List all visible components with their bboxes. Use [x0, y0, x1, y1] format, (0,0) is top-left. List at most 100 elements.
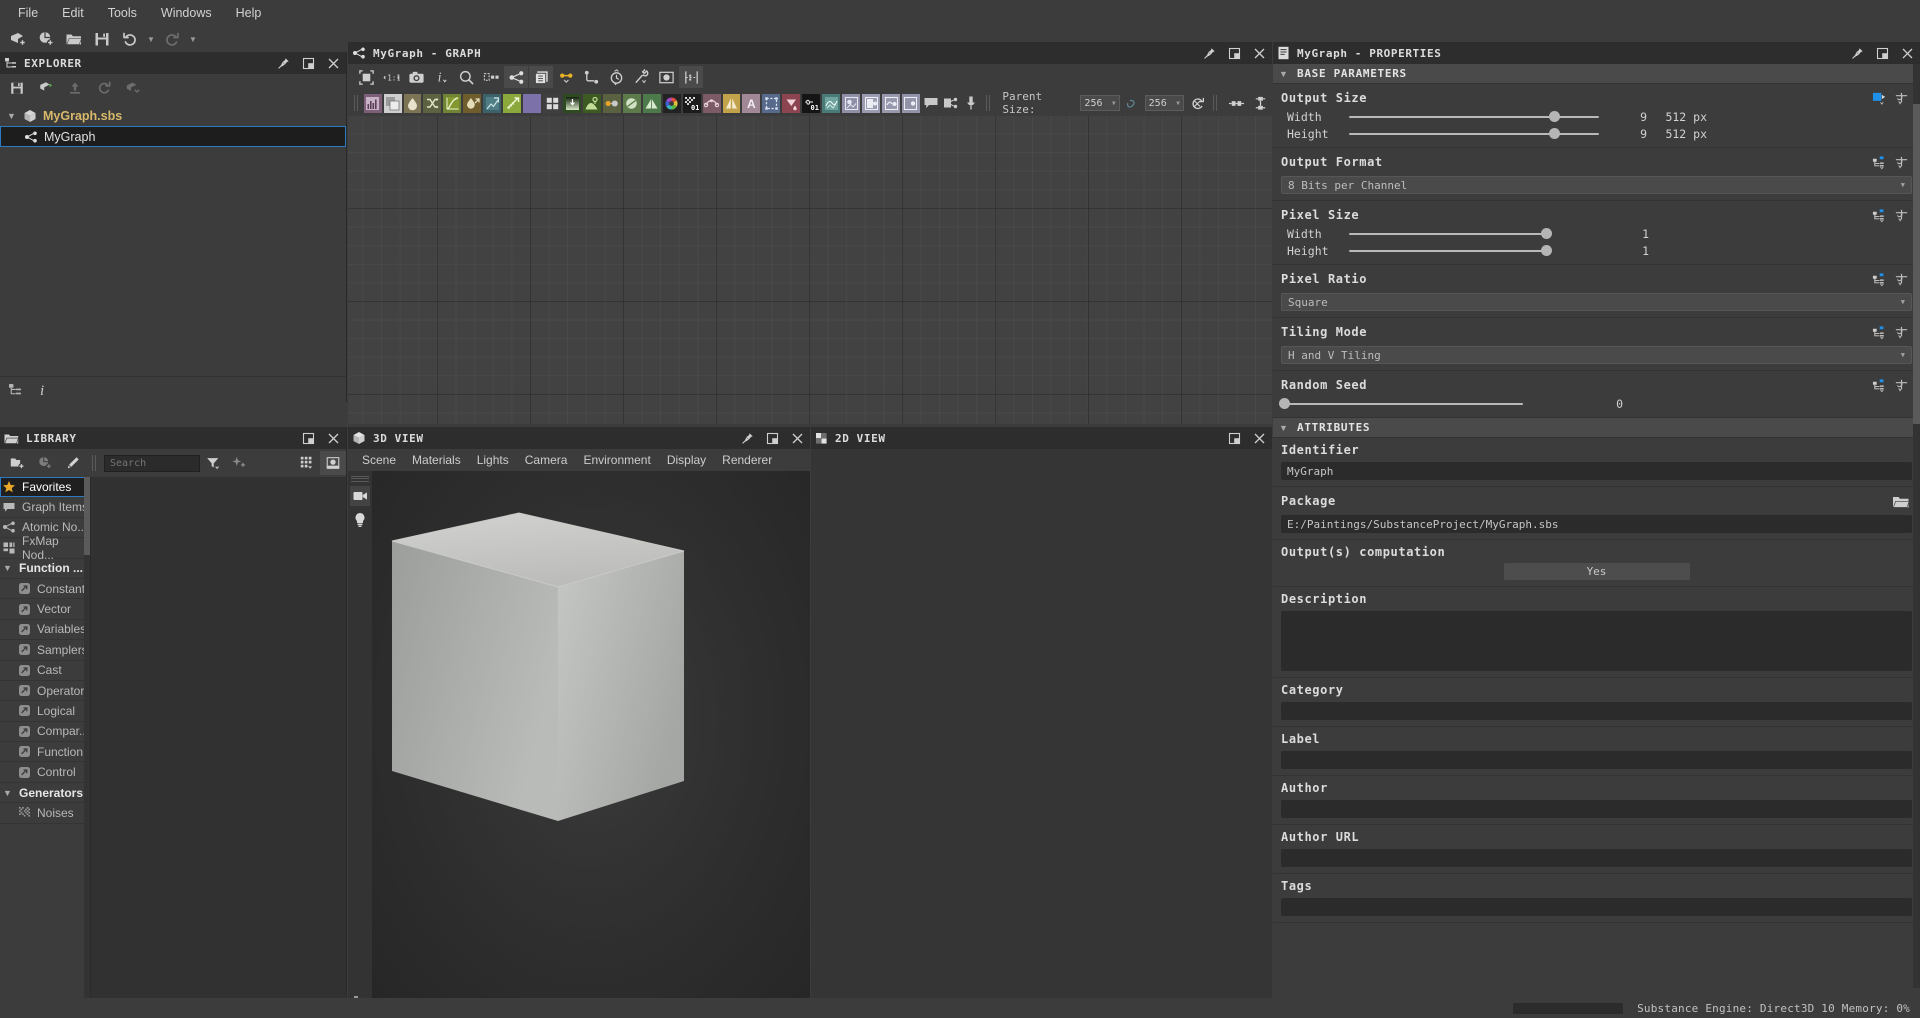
new-item-icon[interactable] [32, 451, 58, 475]
link-node-icon[interactable] [579, 66, 603, 88]
pin-node[interactable] [962, 94, 980, 113]
output-size-height-slider[interactable] [1349, 127, 1599, 141]
frame-node[interactable] [942, 94, 960, 113]
circle-node[interactable] [523, 93, 542, 113]
favorite-filter-icon[interactable] [226, 451, 252, 475]
maximize-icon[interactable] [1225, 44, 1243, 62]
undo-dropdown-icon[interactable]: ▼ [145, 35, 157, 44]
tiling-mode-combo[interactable]: H and V Tiling ▼ [1281, 346, 1912, 364]
pin-icon[interactable] [1848, 44, 1866, 62]
menu-item-file[interactable]: File [6, 3, 50, 23]
menu-item-edit[interactable]: Edit [50, 3, 96, 23]
light-icon[interactable] [350, 510, 370, 530]
edit-icon[interactable] [60, 451, 86, 475]
input-node[interactable] [862, 93, 881, 113]
connection-icon[interactable] [554, 66, 578, 88]
library-item-comparison[interactable]: Compar... [0, 722, 90, 743]
undo-icon[interactable] [117, 27, 143, 51]
save-icon[interactable] [89, 27, 115, 51]
layers-icon[interactable] [529, 66, 553, 88]
value-node[interactable]: 01 [802, 93, 821, 113]
library-item-variables[interactable]: Variables [0, 620, 90, 641]
new-substance-icon[interactable] [5, 27, 31, 51]
spline-node[interactable] [702, 93, 721, 113]
library-search-box[interactable] [104, 454, 200, 472]
close-icon[interactable] [1250, 44, 1268, 62]
transform-node[interactable] [483, 93, 502, 113]
close-icon[interactable] [1250, 429, 1268, 447]
properties-scrollbar[interactable] [1913, 64, 1920, 988]
toolbar-grip[interactable] [92, 454, 98, 472]
blend-node[interactable] [383, 93, 402, 113]
info-tab-icon[interactable]: i [36, 382, 50, 398]
curve-node[interactable] [443, 93, 462, 113]
camera-icon[interactable] [350, 486, 370, 506]
output-format-combo[interactable]: 8 Bits per Channel ▼ [1281, 176, 1912, 194]
pin-icon[interactable] [1200, 44, 1218, 62]
library-group-generators[interactable]: ▼ Generators [0, 783, 90, 804]
view3d-menu-display[interactable]: Display [659, 451, 714, 469]
chevron-down-icon[interactable]: ▼ [1278, 69, 1289, 79]
library-item-vector[interactable]: Vector [0, 599, 90, 620]
view3d-menu-materials[interactable]: Materials [404, 451, 469, 469]
view3d-menu-renderer[interactable]: Renderer [714, 451, 780, 469]
explorer-upload-icon[interactable] [62, 76, 88, 100]
pixel-size-width-slider[interactable] [1349, 227, 1552, 241]
library-tree-scrollbar[interactable] [84, 477, 90, 1018]
inherit-mode-icon[interactable] [1868, 270, 1890, 288]
inherit-mode-icon[interactable] [1868, 206, 1890, 224]
mirror-node[interactable] [722, 93, 741, 113]
svg-node[interactable] [822, 93, 841, 113]
folder-icon[interactable] [1890, 492, 1912, 510]
param-node[interactable] [901, 93, 920, 113]
tweak-icon[interactable] [629, 66, 653, 88]
grid-view-icon[interactable] [294, 451, 320, 475]
scrollbar-thumb[interactable] [84, 477, 90, 555]
selection-node[interactable] [762, 93, 781, 113]
close-icon[interactable] [324, 54, 342, 72]
tree-row[interactable]: MyGraph [0, 126, 346, 147]
inherit-mode-icon[interactable] [1868, 153, 1890, 171]
tree-row[interactable]: ▼ MyGraph.sbs [0, 105, 346, 126]
view3d-menu-environment[interactable]: Environment [575, 451, 658, 469]
library-item-noises[interactable]: Noises [0, 803, 90, 824]
expose-parameter-icon[interactable] [1890, 323, 1912, 341]
node-graph-icon[interactable] [504, 66, 528, 88]
light-node[interactable] [582, 93, 601, 113]
search-icon[interactable] [454, 66, 478, 88]
identifier-input[interactable]: MyGraph [1281, 462, 1912, 480]
maximize-icon[interactable] [1225, 429, 1243, 447]
gradient-node[interactable] [503, 93, 522, 113]
close-icon[interactable] [324, 429, 342, 447]
explorer-tab-icon[interactable] [8, 383, 22, 397]
inherit-mode-icon[interactable] [1868, 323, 1890, 341]
pyramid-node[interactable] [642, 93, 661, 113]
scrollbar-thumb[interactable] [1913, 104, 1920, 424]
redo-dropdown-icon[interactable]: ▼ [187, 35, 199, 44]
close-icon[interactable] [788, 429, 806, 447]
reset-zoom-icon[interactable]: 1:1 [379, 66, 403, 88]
redo-icon[interactable] [159, 27, 185, 51]
pin-icon[interactable] [274, 54, 292, 72]
fill-node[interactable] [782, 93, 801, 113]
tags-input[interactable] [1281, 898, 1912, 916]
pixel-ratio-combo[interactable]: Square ▼ [1281, 293, 1912, 311]
view3d-menu-scene[interactable]: Scene [354, 451, 404, 469]
category-input[interactable] [1281, 702, 1912, 720]
pixel-size-height-slider[interactable] [1349, 244, 1552, 258]
pin-icon[interactable] [738, 429, 756, 447]
author-url-input[interactable] [1281, 849, 1912, 867]
dependency-icon[interactable] [1249, 92, 1272, 114]
chevron-down-icon[interactable]: ▼ [1278, 423, 1289, 433]
height-node[interactable] [563, 93, 581, 113]
view2d-viewport[interactable] [811, 449, 1272, 1018]
library-item-logical[interactable]: Logical [0, 701, 90, 722]
view3d-viewport[interactable] [372, 471, 810, 1018]
author-input[interactable] [1281, 800, 1912, 818]
normal-node[interactable] [622, 93, 641, 113]
library-item-favorites[interactable]: Favorites [0, 477, 90, 498]
filter-icon[interactable] [200, 451, 226, 475]
align-icon[interactable] [479, 66, 503, 88]
library-content-area[interactable] [90, 477, 346, 1018]
expose-parameter-icon[interactable] [1890, 89, 1912, 107]
